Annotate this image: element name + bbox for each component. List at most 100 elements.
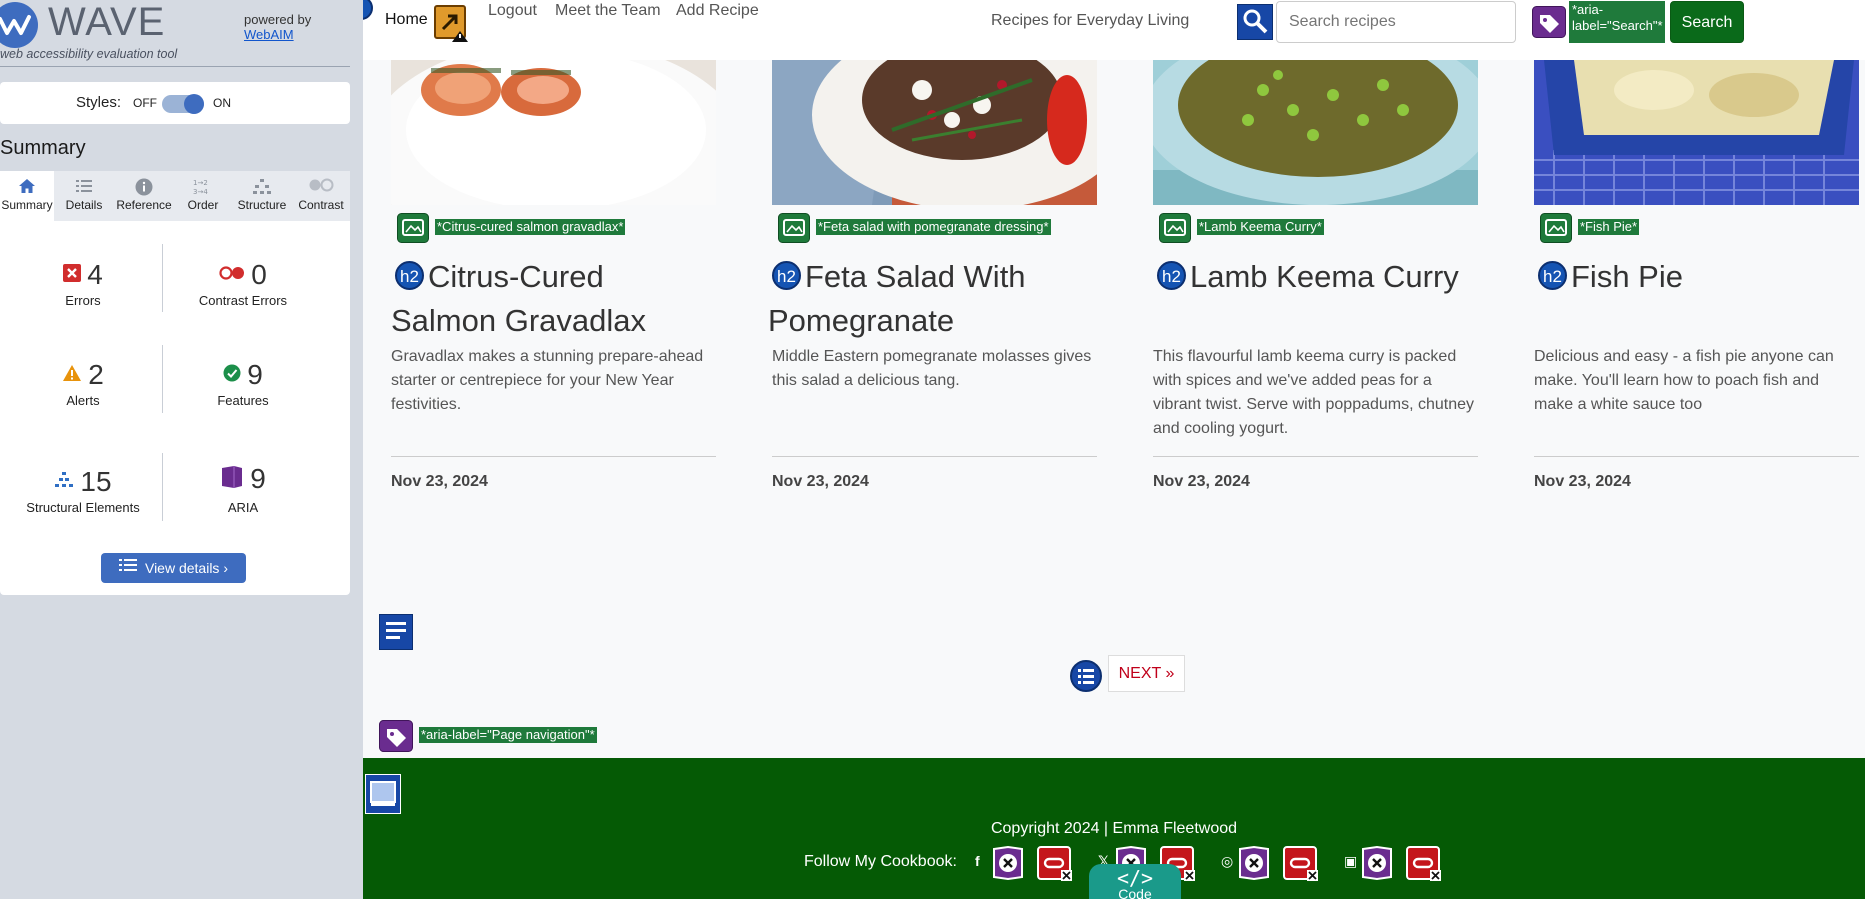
features-stat[interactable]: 9 Features: [163, 359, 323, 408]
tab-label: Summary: [1, 198, 53, 212]
code-tab-label: Code: [1118, 886, 1152, 899]
structural-count: 15: [80, 466, 112, 497]
info-icon: [112, 178, 176, 198]
site-page: *Citrus-cured salmon gravadlax* h2 Citrus…: [363, 0, 1865, 899]
alt-text-tag: *Citrus-cured salmon gravadlax*: [397, 213, 626, 243]
summary-panel: 4 Errors 0 Contrast Errors 2 Alerts 9 Fe…: [0, 221, 350, 595]
site-navbar: Home Logout Meet the Team Add Recipe Rec…: [363, 0, 1865, 60]
home-icon: [0, 178, 54, 198]
image-alt-icon: [1540, 213, 1572, 247]
image-alt-icon: [778, 213, 810, 247]
header-divider: [0, 66, 350, 67]
structural-stat[interactable]: 15 Structural Elements: [3, 466, 163, 515]
aria-label: ARIA: [227, 500, 259, 516]
recipe-title-text: Lamb Keema Curry: [1190, 259, 1459, 294]
svg-text:1→2: 1→2: [193, 179, 208, 187]
tab-label: Order: [187, 198, 219, 212]
wave-logo-icon: [0, 2, 38, 48]
recipe-description: Middle Eastern pomegranate molasses give…: [772, 348, 1092, 389]
recipe-image-fishpie[interactable]: [1534, 60, 1859, 205]
code-panel-toggle[interactable]: </> Code: [1089, 864, 1181, 899]
recipe-image-salmon[interactable]: [391, 60, 716, 205]
alerts-stat[interactable]: 2 Alerts: [3, 359, 163, 408]
styles-on-label: ON: [213, 96, 231, 110]
aria-label-icon: [379, 720, 413, 757]
features-label: Features: [217, 393, 269, 409]
view-details-button[interactable]: View details ›: [101, 553, 246, 583]
recipe-date: Nov 23, 2024: [391, 473, 488, 490]
tab-label: Contrast: [298, 198, 344, 212]
tab-summary[interactable]: Summary: [0, 171, 54, 221]
search-button[interactable]: Search: [1670, 1, 1744, 43]
structure-icon: [54, 471, 74, 494]
wave-tabs: Summary Details Reference 1→2 3→4 Order S…: [0, 171, 350, 221]
alt-text-tag: *Lamb Keema Curry*: [1159, 213, 1324, 243]
webaim-link[interactable]: WebAIM: [244, 27, 294, 42]
h2-heading-icon: h2: [772, 261, 801, 291]
recipe-title[interactable]: h2 Fish Pie: [1534, 255, 1859, 299]
recipe-title[interactable]: h2 Lamb Keema Curry: [1153, 255, 1493, 299]
h2-heading-icon: h2: [395, 261, 424, 291]
recipe-title-text: Feta Salad With Pomegranate: [768, 259, 1026, 338]
h2-heading-icon: h2: [1538, 261, 1567, 291]
errors-count: 4: [87, 259, 103, 290]
tab-contrast[interactable]: Contrast: [294, 171, 348, 221]
features-count: 9: [247, 359, 263, 390]
recipe-title[interactable]: h2 Citrus-Cured Salmon Gravadlax: [391, 255, 716, 343]
feature-check-icon: [223, 364, 241, 387]
contrast-errors-count: 0: [251, 259, 267, 290]
list-icon: [1070, 660, 1102, 697]
recipe-image-feta[interactable]: [772, 60, 1097, 205]
facebook-icon[interactable]: f: [975, 853, 980, 869]
recipe-date: Nov 23, 2024: [1534, 473, 1631, 490]
search-aria-label-text: *aria-label="Search"*: [1569, 1, 1665, 43]
search-landmark-icon: [1237, 4, 1273, 45]
tab-reference[interactable]: Reference: [112, 171, 176, 221]
alerts-label: Alerts: [66, 393, 100, 409]
wave-structure-icon: [363, 0, 375, 31]
tab-details[interactable]: Details: [60, 171, 108, 221]
tab-label: Structure: [237, 198, 287, 212]
alert-icon: [62, 364, 82, 387]
card-divider: [1153, 456, 1478, 457]
styles-off-label: OFF: [133, 96, 157, 110]
powered-by-label: powered by: [244, 12, 312, 27]
alt-text-label: *Citrus-cured salmon gravadlax*: [435, 219, 626, 235]
nav-landmark-icon: [379, 614, 413, 655]
follow-label: Follow My Cookbook:: [804, 853, 957, 870]
svg-text:3→4: 3→4: [193, 188, 208, 196]
alt-text-label: *Fish Pie*: [1578, 219, 1640, 235]
youtube-icon[interactable]: ▣: [1344, 853, 1357, 870]
site-footer: Copyright 2024 | Emma Fleetwood Follow M…: [363, 758, 1865, 899]
tab-label: Reference: [116, 198, 172, 212]
view-details-label: View details ›: [144, 560, 228, 576]
recipe-title[interactable]: h2 Feta Salad With Pomegranate: [768, 255, 1093, 343]
nav-add-recipe[interactable]: Add Recipe: [676, 2, 759, 20]
styles-toggle[interactable]: [162, 94, 204, 114]
wave-logo-text: WAVE: [48, 0, 166, 44]
card-divider: [1534, 456, 1859, 457]
wave-tagline: web accessibility evaluation tool: [0, 47, 178, 61]
recipe-description: This flavourful lamb keema curry is pack…: [1153, 348, 1475, 437]
aria-stat[interactable]: 9 ARIA: [163, 463, 323, 515]
powered-by: powered by WebAIM: [244, 12, 311, 42]
wave-header: WAVE web accessibility evaluation tool p…: [0, 0, 363, 66]
structural-label: Structural Elements: [26, 500, 140, 516]
order-icon: 1→2 3→4: [180, 178, 226, 198]
recipe-description: Gravadlax makes a stunning prepare-ahead…: [391, 348, 704, 413]
list-icon: [60, 178, 108, 198]
h2-heading-icon: h2: [1157, 261, 1186, 291]
site-tagline: Recipes for Everyday Living: [991, 12, 1190, 29]
search-input[interactable]: [1276, 1, 1516, 43]
nav-meet-team[interactable]: Meet the Team: [555, 2, 661, 20]
tab-structure[interactable]: Structure: [234, 171, 290, 221]
recipe-description: Delicious and easy - a fish pie anyone c…: [1534, 348, 1834, 413]
errors-stat[interactable]: 4 Errors: [3, 259, 163, 308]
nav-home[interactable]: Home: [385, 11, 428, 29]
contrast-errors-stat[interactable]: 0 Contrast Errors: [163, 259, 323, 308]
nav-logout[interactable]: Logout: [488, 2, 537, 20]
tab-order[interactable]: 1→2 3→4 Order: [180, 171, 226, 221]
recipe-image-keema[interactable]: [1153, 60, 1478, 205]
instagram-icon[interactable]: ◎: [1221, 853, 1233, 870]
next-page-button[interactable]: NEXT »: [1108, 655, 1185, 692]
